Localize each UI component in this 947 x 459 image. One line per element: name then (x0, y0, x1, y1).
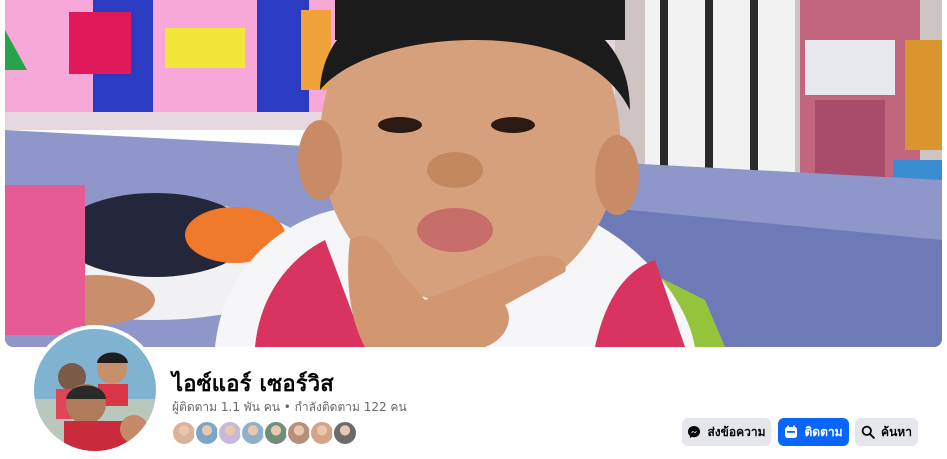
profile-picture-image (34, 329, 156, 451)
send-message-button[interactable]: ส่งข้อความ (682, 418, 771, 446)
friend-avatar[interactable] (332, 420, 358, 446)
following-count-link[interactable]: กำลังติดตาม 122 คน (295, 400, 407, 414)
friend-avatars (171, 420, 358, 446)
follow-icon (784, 425, 798, 439)
profile-picture[interactable] (30, 325, 160, 455)
follow-button[interactable]: ติดตาม (778, 418, 849, 446)
stats-separator: • (279, 400, 295, 414)
search-icon (861, 425, 875, 439)
send-message-label: ส่งข้อความ (707, 424, 766, 439)
cover-photo-image (5, 0, 942, 347)
search-label: ค้นหา (881, 424, 912, 439)
follow-stats: ผู้ติดตาม 1.1 พัน คน • กำลังติดตาม 122 ค… (172, 398, 407, 417)
followers-count-link[interactable]: ผู้ติดตาม 1.1 พัน คน (172, 400, 280, 414)
search-button[interactable]: ค้นหา (855, 418, 918, 446)
follow-label: ติดตาม (804, 424, 843, 439)
profile-header: ไอซ์แอร์ เซอร์วิส ผู้ติดตาม 1.1 พัน คน •… (0, 0, 947, 459)
cover-photo[interactable] (5, 0, 942, 347)
page-name: ไอซ์แอร์ เซอร์วิส (172, 372, 334, 397)
messenger-icon (687, 425, 701, 439)
